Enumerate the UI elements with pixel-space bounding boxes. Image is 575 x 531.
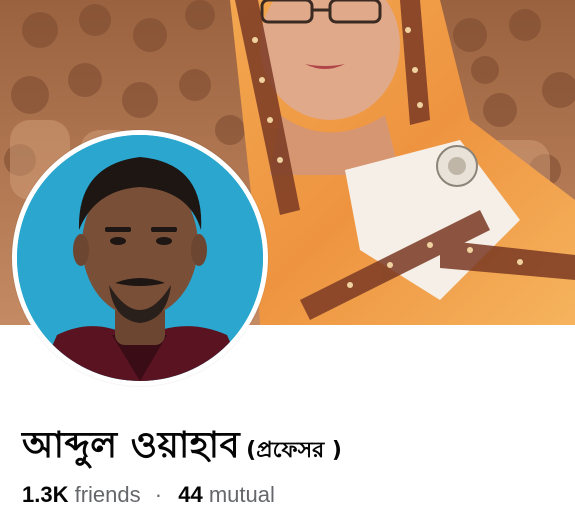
- profile-name: আব্দুল ওয়াহাব (প্রফেসর ): [22, 418, 342, 478]
- profile-avatar[interactable]: [12, 130, 268, 386]
- avatar-photo: [17, 135, 263, 381]
- profile-header: আব্দুল ওয়াহাব (প্রফেসর ) 1.3K friends · …: [0, 0, 575, 531]
- brooch-shape: [436, 145, 478, 187]
- profile-name-text: আব্দুল ওয়াহাব: [22, 425, 241, 466]
- mutual-label[interactable]: mutual: [209, 482, 275, 507]
- friends-count[interactable]: 1.3K: [22, 482, 68, 507]
- mutual-count[interactable]: 44: [178, 482, 202, 507]
- friends-label[interactable]: friends: [75, 482, 141, 507]
- separator-dot: ·: [154, 482, 163, 507]
- friends-summary: 1.3K friends · 44 mutual: [22, 482, 275, 508]
- profile-name-suffix: (প্রফেসর ): [246, 438, 342, 463]
